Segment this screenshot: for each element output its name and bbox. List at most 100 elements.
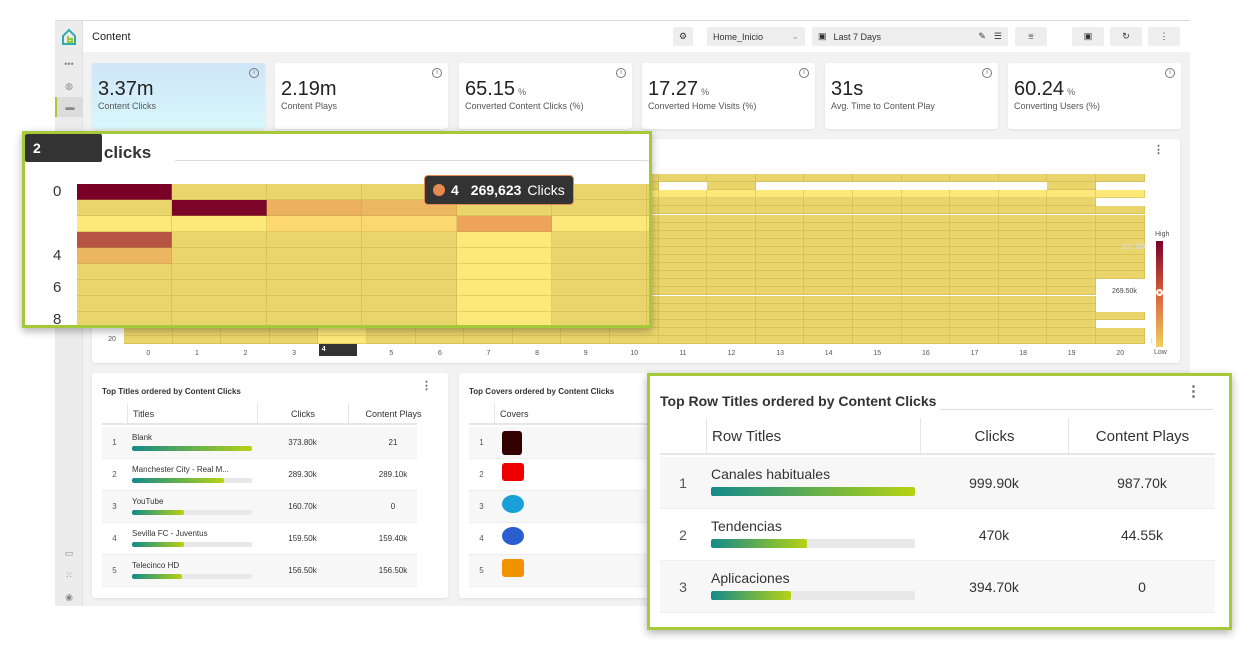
cover-image[interactable] (502, 463, 524, 481)
heatmap-cell[interactable] (853, 198, 902, 207)
heatmap-cell[interactable] (647, 200, 649, 216)
heatmap-cell[interactable] (998, 174, 1048, 183)
heatmap-cell[interactable] (950, 271, 999, 280)
heatmap-cell[interactable] (804, 279, 853, 288)
heatmap-cell[interactable] (804, 336, 853, 345)
heatmap-cell[interactable] (707, 255, 756, 264)
heatmap-cell[interactable] (267, 296, 362, 312)
heatmap-cell[interactable] (647, 312, 649, 325)
heatmap-cell[interactable] (707, 311, 756, 320)
heatmap-cell[interactable] (267, 200, 362, 216)
heatmap-cell[interactable] (707, 271, 756, 280)
heatmap-cell[interactable] (901, 174, 951, 183)
table-row[interactable]: 3 YouTube 160.70k 0 (102, 491, 417, 523)
heatmap-cell[interactable] (658, 198, 708, 207)
heatmap-cell[interactable] (552, 312, 647, 325)
heatmap-cell[interactable] (901, 303, 951, 312)
table-row[interactable]: 5A HD (469, 555, 659, 587)
heatmap-cell[interactable] (998, 295, 1048, 304)
heatmap-cell[interactable] (998, 238, 1048, 247)
heatmap-cell[interactable] (853, 222, 902, 231)
heatmap-cell[interactable] (901, 287, 951, 296)
heatmap-cell[interactable] (1047, 246, 1096, 255)
heatmap-cell[interactable] (658, 319, 708, 328)
heatmap-cell[interactable] (267, 312, 362, 325)
heatmap-cell[interactable] (804, 246, 853, 255)
heatmap-cell[interactable] (77, 296, 172, 312)
table-row[interactable]: 4 Sevilla FC - Juventus 159.50k 159.40k (102, 523, 417, 555)
heatmap-cell[interactable] (658, 206, 708, 215)
column-header[interactable]: Content Plays (348, 403, 438, 425)
heatmap-cell[interactable] (610, 336, 659, 345)
heatmap-cell[interactable] (415, 327, 465, 336)
heatmap-cell[interactable] (658, 255, 708, 264)
heatmap-cell[interactable] (804, 198, 853, 207)
heatmap-cell[interactable] (901, 336, 951, 345)
heatmap-cell[interactable] (267, 264, 362, 280)
more-options-button[interactable]: ⋮ (1148, 27, 1180, 46)
heatmap-cell[interactable] (853, 336, 902, 345)
kebab-icon[interactable]: ⋮ (421, 379, 432, 392)
heatmap-cell[interactable] (77, 200, 172, 216)
heatmap-cell[interactable] (755, 319, 805, 328)
heatmap-cell[interactable] (998, 206, 1048, 215)
more-icon[interactable]: ••• (55, 54, 83, 74)
page-select[interactable]: Home_Inicio ⌄ (707, 27, 805, 46)
heatmap-cell[interactable] (457, 264, 552, 280)
heatmap-cell[interactable] (950, 263, 999, 272)
heatmap-cell[interactable] (853, 214, 902, 223)
heatmap-cell[interactable] (901, 327, 951, 336)
heatmap-cell[interactable] (1047, 319, 1096, 328)
heatmap-cell[interactable] (658, 271, 708, 280)
heatmap-cell[interactable] (457, 216, 552, 232)
table-row[interactable]: 3 Aplicaciones 394.70k 0 (660, 561, 1215, 613)
heatmap-cell[interactable] (1047, 263, 1096, 272)
heatmap-cell[interactable] (464, 336, 513, 345)
heatmap-cell[interactable] (77, 184, 172, 200)
heatmap-cell[interactable] (950, 279, 999, 288)
heatmap-cell[interactable] (707, 246, 756, 255)
heatmap-cell[interactable] (707, 319, 756, 328)
table-row[interactable]: 2YouTube (469, 459, 659, 491)
heatmap-cell[interactable] (707, 198, 756, 207)
kebab-icon[interactable]: ⋮ (1186, 382, 1201, 400)
heatmap-cell[interactable] (998, 230, 1048, 239)
heatmap-cell[interactable] (77, 216, 172, 232)
heatmap-cell[interactable] (853, 271, 902, 280)
heatmap-cell[interactable] (804, 255, 853, 264)
kpi-card[interactable]: 60.24% Converting Users (%) i (1008, 63, 1181, 129)
heatmap-cell[interactable] (901, 319, 951, 328)
heatmap-cell[interactable] (901, 230, 951, 239)
heatmap-cell[interactable] (755, 263, 805, 272)
table-row[interactable]: 41 HD (469, 523, 659, 555)
refresh-button[interactable]: ↻ (1110, 27, 1142, 46)
heatmap-cell[interactable] (901, 255, 951, 264)
heatmap-cell[interactable] (950, 222, 999, 231)
heatmap-cell[interactable] (804, 214, 853, 223)
heatmap-cell[interactable] (853, 327, 902, 336)
heatmap-cell[interactable] (457, 280, 552, 296)
heatmap-cell[interactable] (901, 311, 951, 320)
heatmap-cell[interactable] (707, 230, 756, 239)
heatmap-cell[interactable] (552, 216, 647, 232)
heatmap-cell[interactable] (950, 214, 999, 223)
heatmap-cell[interactable] (658, 311, 708, 320)
heatmap-cell[interactable] (658, 222, 708, 231)
heatmap-cell[interactable] (658, 238, 708, 247)
heatmap-cell[interactable] (755, 255, 805, 264)
heatmap-cell[interactable] (707, 190, 756, 199)
heatmap-cell[interactable] (950, 198, 999, 207)
heatmap-cell[interactable] (853, 246, 902, 255)
heatmap-cell[interactable] (707, 222, 756, 231)
heatmap-cell[interactable] (647, 248, 649, 264)
heatmap-cell[interactable] (707, 327, 756, 336)
globe-icon[interactable]: ◍ (55, 76, 83, 96)
heatmap-cell[interactable] (1096, 311, 1145, 320)
heatmap-cell[interactable] (755, 287, 805, 296)
sort-icon[interactable]: ☰ (994, 31, 1002, 42)
heatmap-cell[interactable] (647, 216, 649, 232)
heatmap-cell[interactable] (707, 206, 756, 215)
table-row[interactable]: 1Netflix (469, 427, 659, 459)
heatmap-cell[interactable] (950, 190, 999, 199)
heatmap-cell[interactable] (804, 190, 853, 199)
